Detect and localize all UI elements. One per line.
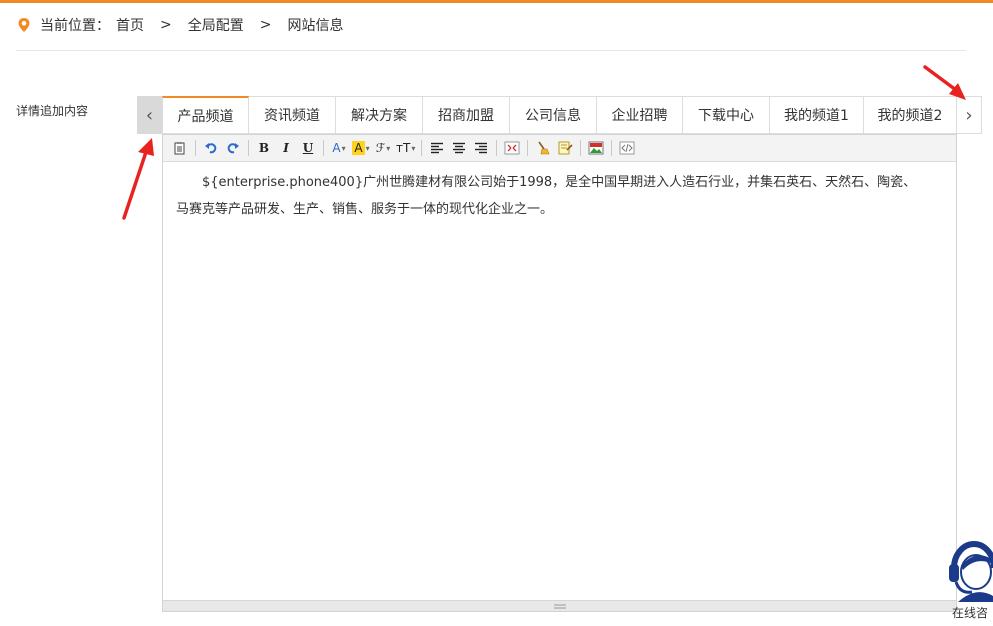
caret-down-icon: ▾ [341,143,346,153]
chevron-right-icon: › [965,104,973,126]
tab-news-channel[interactable]: 资讯频道 [249,96,336,134]
breadcrumb: 当前位置： 首页 > 全局配置 > 网站信息 [16,14,343,36]
rich-text-editor: B I U A ▾ A ▾ ℱ ▾ тT ▾ ${enterprise.phon… [162,134,957,612]
tab-recruitment[interactable]: 企业招聘 [597,96,683,134]
font-color-button[interactable]: A ▾ [330,138,348,158]
fullscreen-icon[interactable] [503,138,521,158]
source-code-icon[interactable] [618,138,636,158]
breadcrumb-separator: > [259,17,272,33]
broom-icon[interactable] [534,138,552,158]
font-color-glyph: A [332,141,341,155]
field-label: 详情追加内容 [16,104,89,118]
annotation-arrow-icon [923,65,966,100]
toolbar-divider [195,140,196,156]
tab-solutions[interactable]: 解决方案 [336,96,423,134]
breadcrumb-separator: > [160,17,172,33]
underline-button[interactable]: U [299,138,317,158]
annotation-arrow-icon [122,138,154,220]
breadcrumb-home[interactable]: 首页 [116,15,144,35]
toolbar-divider [421,140,423,156]
caret-down-icon: ▾ [411,143,416,153]
paste-icon[interactable] [171,138,189,158]
resize-grip-icon [553,604,566,608]
font-family-button[interactable]: ℱ ▾ [374,138,392,158]
tab-list: 产品频道 资讯频道 解决方案 招商加盟 公司信息 企业招聘 下载中心 我的频道1… [162,96,957,134]
redo-icon[interactable] [224,138,242,158]
tab-download-center[interactable]: 下载中心 [683,96,770,134]
tab-product-channel[interactable]: 产品频道 [162,96,249,134]
toolbar-divider [527,140,529,156]
editor-toolbar: B I U A ▾ A ▾ ℱ ▾ тT ▾ [163,135,956,162]
undo-icon[interactable] [202,138,220,158]
toolbar-divider [323,140,324,156]
toolbar-divider [580,140,582,156]
breadcrumb-site-info: 网站信息 [287,18,344,34]
image-icon[interactable] [587,138,605,158]
align-center-icon[interactable] [450,138,468,158]
caret-down-icon: ▾ [386,143,391,153]
customer-service-headset-icon [949,541,993,602]
online-support-widget[interactable]: 在线咨 [946,534,993,626]
italic-button[interactable]: I [277,138,295,158]
editor-content[interactable]: ${enterprise.phone400}广州世腾建材有限公司始于1998，是… [176,169,926,223]
bold-button[interactable]: B [255,138,273,158]
toolbar-divider [496,140,498,156]
chevron-left-icon: ‹ [145,104,154,126]
tab-franchise[interactable]: 招商加盟 [423,96,510,134]
breadcrumb-prefix: 当前位置： [40,18,110,34]
toolbar-divider [248,140,249,156]
online-support-label: 在线咨 [952,606,989,620]
breadcrumb-global-config[interactable]: 全局配置 [188,15,244,35]
font-size-glyph: тT [396,141,411,155]
toolbar-divider [611,140,613,156]
breadcrumb-divider [16,50,966,51]
highlight-glyph: A [352,141,365,155]
highlight-color-button[interactable]: A ▾ [352,138,370,158]
align-left-icon[interactable] [428,138,446,158]
tab-company-info[interactable]: 公司信息 [510,96,597,134]
top-accent-line [0,0,993,3]
align-right-icon[interactable] [472,138,490,158]
editor-resize-handle[interactable] [163,600,956,611]
tab-scroll-left-button[interactable]: ‹ [137,96,162,134]
location-pin-icon [18,18,30,32]
font-size-button[interactable]: тT ▾ [396,138,415,158]
caret-down-icon: ▾ [365,143,370,153]
font-family-glyph: ℱ [375,141,386,155]
editor-tab-bar: ‹ 产品频道 资讯频道 解决方案 招商加盟 公司信息 企业招聘 下载中心 我的频… [137,96,982,134]
tab-my-channel-1[interactable]: 我的频道1 [770,96,864,134]
format-painter-icon[interactable] [556,138,574,158]
